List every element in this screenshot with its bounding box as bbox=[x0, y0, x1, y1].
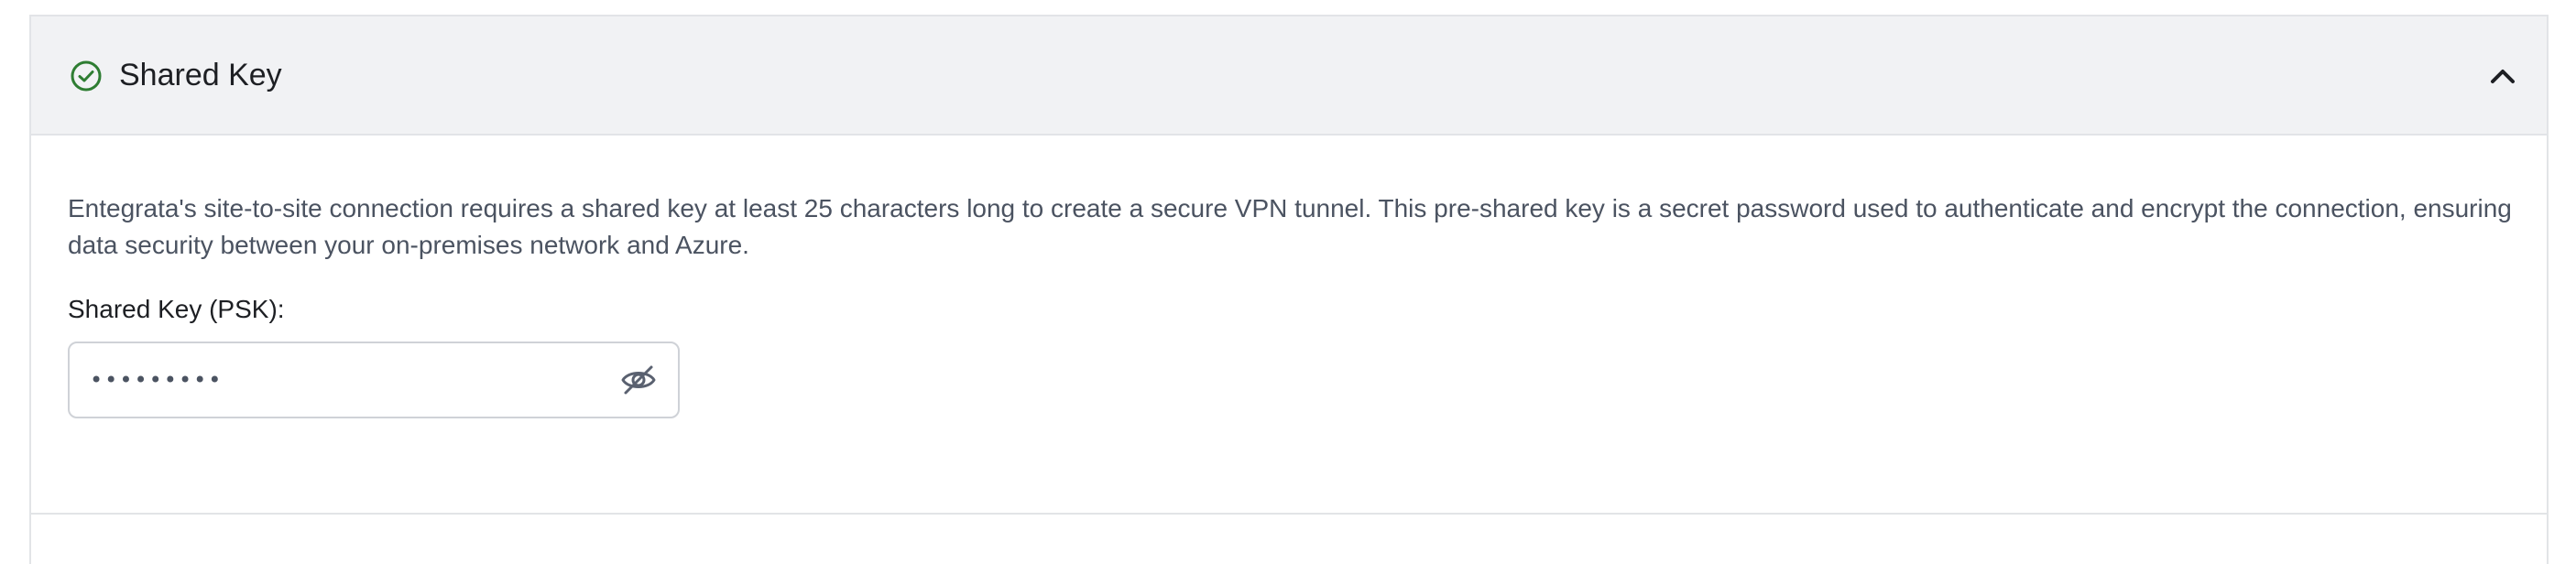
shared-key-panel: Shared Key Entegrata's site-to-site conn… bbox=[29, 15, 2549, 564]
shared-key-accordion-body: Entegrata's site-to-site connection requ… bbox=[31, 136, 2547, 515]
check-circle-icon bbox=[70, 60, 103, 92]
psk-input-container bbox=[68, 342, 680, 418]
eye-off-icon[interactable] bbox=[619, 362, 658, 398]
section-description: Entegrata's site-to-site connection requ… bbox=[68, 194, 2512, 259]
section-title: Shared Key bbox=[119, 58, 282, 92]
shared-key-accordion-header[interactable]: Shared Key bbox=[31, 16, 2547, 136]
psk-field-label: Shared Key (PSK): bbox=[68, 295, 285, 323]
chevron-up-icon[interactable] bbox=[2488, 62, 2517, 92]
psk-input[interactable] bbox=[70, 343, 603, 417]
